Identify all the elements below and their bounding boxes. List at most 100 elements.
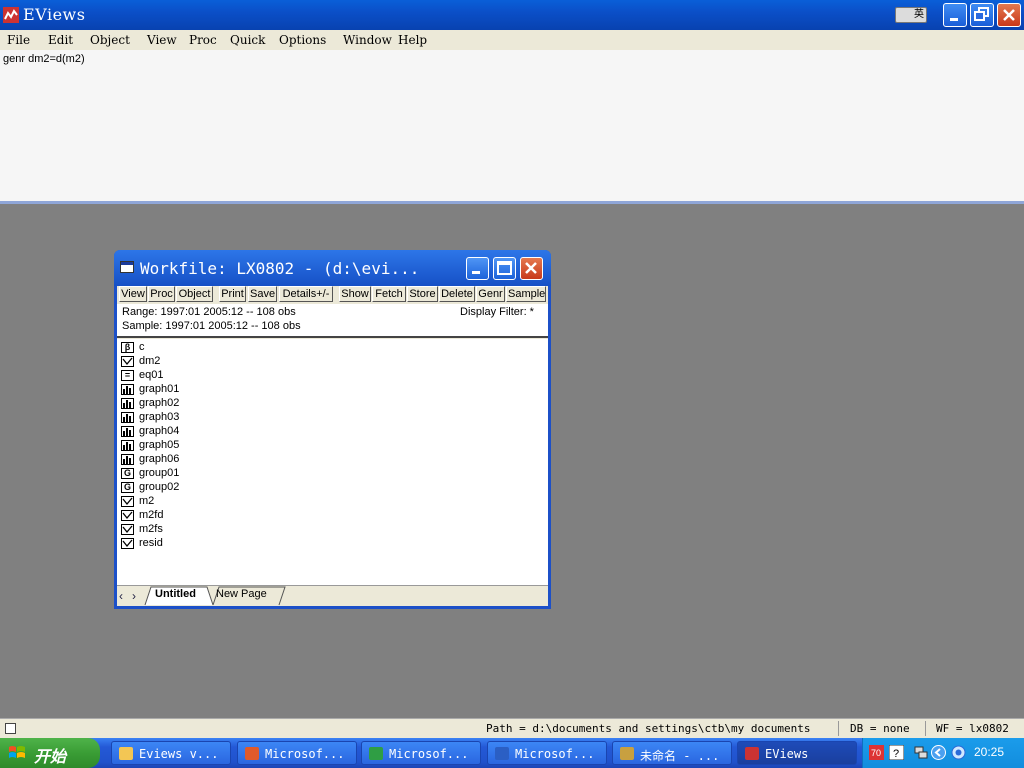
equation-icon: = [121,370,134,381]
menu-bar: File Edit Object View Proc Quick Options… [0,30,1024,50]
ime-indicator[interactable]: 英 [895,7,927,23]
range-text[interactable]: Range: 1997:01 2005:12 -- 108 obs [122,306,296,318]
print-button[interactable]: Print [219,286,246,302]
tray-expand-icon[interactable] [931,745,946,760]
delete-button[interactable]: Delete [439,286,475,302]
minimize-button[interactable] [943,3,967,27]
taskbar-item-label: Eviews v... [139,747,219,761]
taskbar: 开始 Eviews v... Microsof... Microsof... Micr… [0,738,1024,768]
tab-new-page[interactable]: New Page [216,588,267,604]
save-button[interactable]: Save [248,286,277,302]
menu-file[interactable]: File [7,33,30,47]
status-separator [925,721,926,736]
status-path: Path = d:\documents and settings\ctb\my … [486,722,811,735]
object-name: group02 [139,481,180,493]
view-button[interactable]: View [119,286,147,302]
workfile-close-button[interactable] [520,257,543,280]
taskbar-item[interactable]: EViews [737,741,857,765]
taskbar-item-label: EViews [765,747,809,761]
menu-edit[interactable]: Edit [48,33,73,47]
clock[interactable]: 20:25 [974,745,1004,759]
object-name: group01 [139,467,180,479]
object-name: resid [139,537,163,549]
graph-icon [121,426,134,437]
menu-options[interactable]: Options [279,33,326,47]
menu-proc[interactable]: Proc [189,33,217,47]
store-button[interactable]: Store [407,286,438,302]
graph-icon [121,412,134,423]
tray-app-icon[interactable]: 70 [869,745,884,760]
graph-icon [121,398,134,409]
menu-quick[interactable]: Quick [230,33,265,47]
network-icon[interactable] [913,745,928,760]
display-filter[interactable]: Display Filter: * [460,306,534,318]
taskbar-item[interactable]: Microsof... [487,741,607,765]
workfile-maximize-button[interactable] [493,257,516,280]
object-name: graph02 [139,397,180,409]
menu-view[interactable]: View [147,33,177,47]
status-checkbox[interactable] [5,723,16,734]
object-name: dm2 [139,355,161,367]
taskbar-item-label: 未命名 - ... [640,749,720,763]
workfile-minimize-button[interactable] [466,257,489,280]
status-separator [838,721,839,736]
minimize-icon [472,271,480,274]
group-icon: G [121,482,134,493]
command-text[interactable]: genr dm2=d(m2) [3,53,85,65]
object-name: m2fs [139,523,163,535]
status-wf: WF = lx0802 [936,722,1009,735]
help-icon[interactable]: ? [889,745,904,760]
taskbar-item[interactable]: Microsof... [237,741,357,765]
app-title-bar: EViews 英 [0,0,1024,30]
graph-icon [121,454,134,465]
proc-button[interactable]: Proc [148,286,175,302]
messenger-icon[interactable] [951,745,966,760]
tab-untitled[interactable]: Untitled [155,588,196,604]
menu-window[interactable]: Window [343,33,392,47]
object-button[interactable]: Object [176,286,213,302]
graph-icon [121,440,134,451]
details-button[interactable]: Details+/- [279,286,333,302]
genr-button[interactable]: Genr [476,286,505,302]
taskbar-item[interactable]: Microsof... [361,741,481,765]
start-label: 开始 [34,747,67,766]
tab-left-arrow-icon[interactable]: ‹ [119,589,123,603]
sample-text[interactable]: Sample: 1997:01 2005:12 -- 108 obs [122,320,301,332]
show-button[interactable]: Show [339,286,371,302]
coef-icon: β [121,342,134,353]
series-icon [121,510,134,521]
workfile-body: View Proc Object Print Save Details+/- S… [117,286,548,606]
sample-button[interactable]: Sample [506,286,546,302]
taskbar-item[interactable]: 未命名 - ... [612,741,732,765]
object-name: m2 [139,495,155,507]
close-button[interactable] [997,3,1021,27]
object-name: graph03 [139,411,180,423]
close-icon [525,262,537,274]
eviews-icon [745,747,759,760]
svg-text:70: 70 [871,748,881,758]
taskbar-item[interactable]: Eviews v... [111,741,231,765]
folder-icon [119,747,133,760]
start-button[interactable]: 开始 [0,738,100,768]
series-icon [121,496,134,507]
word-icon [495,747,509,760]
command-window[interactable]: genr dm2=d(m2) [0,50,1024,204]
system-tray: 70 ? 20:25 [862,738,1024,768]
restore-icon [974,7,989,21]
object-name: graph04 [139,425,180,437]
group-icon: G [121,468,134,479]
menu-help[interactable]: Help [398,33,427,47]
paint-icon [620,747,634,760]
object-name: graph06 [139,453,180,465]
workfile-title-bar[interactable]: Workfile: LX0802 - (d:\evi... [114,250,551,286]
menu-object[interactable]: Object [90,33,130,47]
tab-right-arrow-icon[interactable]: › [132,589,136,603]
minimize-icon [950,18,958,21]
series-icon [121,356,134,367]
status-bar: Path = d:\documents and settings\ctb\my … [0,718,1024,738]
fetch-button[interactable]: Fetch [372,286,406,302]
object-name: m2fd [139,509,164,521]
window-icon [120,261,134,273]
restore-button[interactable] [970,3,994,27]
outlook-icon [245,747,259,760]
